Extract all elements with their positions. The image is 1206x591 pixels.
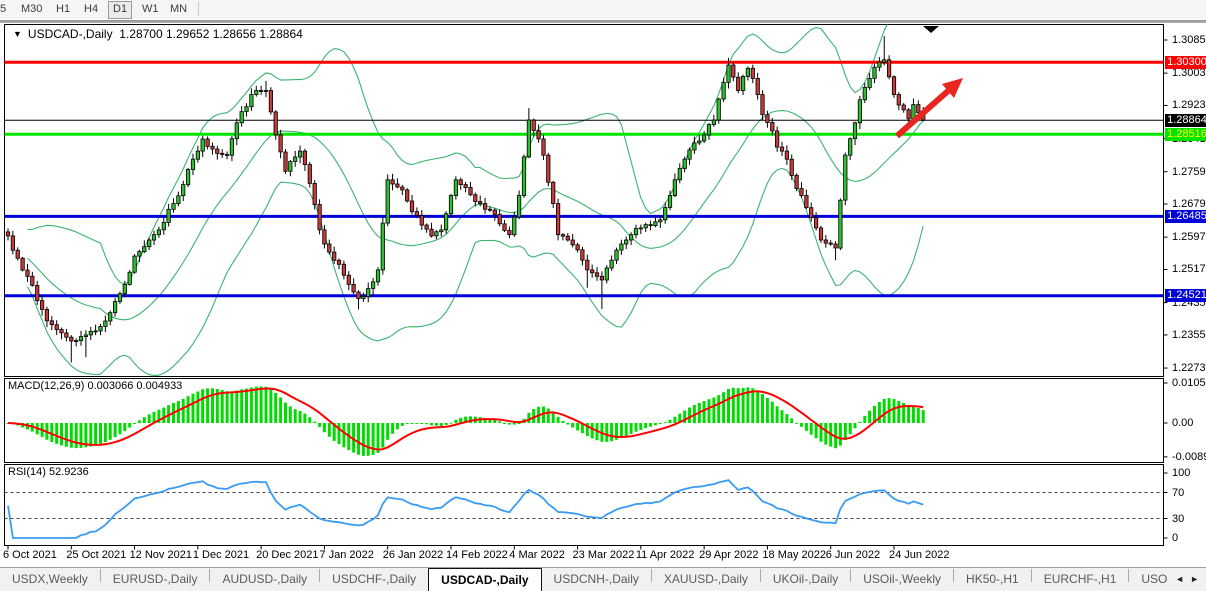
price-tick-label: 1.30850 (1172, 34, 1206, 46)
macd-values: 0.003066 0.004933 (87, 380, 182, 392)
date-tick-label: 14 Feb 2022 (446, 549, 508, 561)
date-tick-label: 6 Oct 2021 (3, 549, 57, 561)
tab-scroll-right-icon[interactable]: ► (1190, 574, 1199, 584)
macd-tick-label: 0.00 (1172, 417, 1193, 429)
rsi-tick-label: 0 (1172, 532, 1178, 544)
tab-scroll-controls: ◄► (1168, 568, 1206, 591)
price-badge-1.28516: 1.28516 (1165, 128, 1206, 141)
rsi-tick-label: 70 (1172, 487, 1184, 499)
date-tick-label: 26 Jan 2022 (383, 549, 444, 561)
price-tick-label: 1.26790 (1172, 198, 1206, 210)
price-badge-1.24521: 1.24521 (1165, 289, 1206, 302)
date-tick-label: 1 Dec 2021 (193, 549, 249, 561)
tab-usdchf-daily[interactable]: USDCHF-,Daily (320, 568, 428, 591)
date-tick-label: 18 May 2022 (762, 549, 826, 561)
rsi-tick-label: 100 (1172, 467, 1190, 479)
date-tick-label: 29 Apr 2022 (699, 549, 758, 561)
tab-usdcad-daily[interactable]: USDCAD-,Daily (428, 568, 541, 591)
rsi-name: RSI(14) (8, 466, 46, 478)
chart-title: ▼ USDCAD-,Daily 1.28700 1.29652 1.28656 1… (13, 27, 303, 41)
rsi-value: 52.9236 (49, 466, 89, 478)
macd-tick-label: 0.010578 (1172, 377, 1206, 389)
rsi-tick-label: 30 (1172, 513, 1184, 525)
price-tick-label: 1.22730 (1172, 362, 1206, 374)
tab-usdx-weekly[interactable]: USDX,Weekly (0, 568, 100, 591)
tab-ukoil-daily[interactable]: UKOil-,Daily (761, 568, 850, 591)
tab-eurchf-h1[interactable]: EURCHF-,H1 (1032, 568, 1129, 591)
date-tick-label: 23 Mar 2022 (573, 549, 635, 561)
price-tick-label: 1.27590 (1172, 166, 1206, 178)
tab-scroll-left-icon[interactable]: ◄ (1175, 574, 1184, 584)
chart-ohlc-values: 1.28700 1.29652 1.28656 1.28864 (119, 27, 303, 41)
date-tick-label: 6 Jun 2022 (826, 549, 880, 561)
symbol-tab-bar: USDX,WeeklyEURUSD-,DailyAUDUSD-,DailyUSD… (0, 567, 1206, 591)
date-tick-label: 11 Apr 2022 (636, 549, 695, 561)
price-chart-canvas[interactable] (0, 0, 1206, 591)
tab-audusd-daily[interactable]: AUDUSD-,Daily (210, 568, 319, 591)
tab-eurusd-daily[interactable]: EURUSD-,Daily (101, 568, 210, 591)
price-tick-label: 1.23550 (1172, 329, 1206, 341)
rsi-panel-frame (5, 465, 1164, 546)
tabs-strip: USDX,WeeklyEURUSD-,DailyAUDUSD-,DailyUSD… (0, 568, 1201, 585)
chart-dropdown-icon[interactable]: ▼ (13, 29, 22, 39)
date-tick-label: 4 Mar 2022 (509, 549, 565, 561)
current-price-badge: 1.28864 (1165, 114, 1206, 127)
date-tick-label: 7 Jan 2022 (319, 549, 373, 561)
tab-usoil-weekly[interactable]: USOil-,Weekly (851, 568, 953, 591)
price-tick-label: 1.30030 (1172, 67, 1206, 79)
price-badge-1.30300: 1.30300 (1165, 56, 1206, 69)
date-tick-label: 12 Nov 2021 (130, 549, 192, 561)
price-tick-label: 1.25170 (1172, 263, 1206, 275)
tab-hk50-h1[interactable]: HK50-,H1 (954, 568, 1031, 591)
macd-indicator-label: MACD(12,26,9) 0.003066 0.004933 (8, 380, 182, 392)
chart-symbol-label: USDCAD-,Daily (28, 27, 113, 41)
price-badge-1.26485: 1.26485 (1165, 210, 1206, 223)
date-tick-label: 20 Dec 2021 (256, 549, 318, 561)
tab-usdcnh-daily[interactable]: USDCNH-,Daily (542, 568, 651, 591)
price-tick-label: 1.25970 (1172, 231, 1206, 243)
tab-xauusd-daily[interactable]: XAUUSD-,Daily (652, 568, 760, 591)
macd-name: MACD(12,26,9) (8, 380, 84, 392)
rsi-indicator-label: RSI(14) 52.9236 (8, 466, 89, 478)
trading-app-window: 5M30H1H4D1W1MN ▼USDCAD-,Daily 1.28700 1.… (0, 0, 1206, 591)
price-tick-label: 1.29230 (1172, 99, 1206, 111)
date-tick-label: 24 Jun 2022 (889, 549, 950, 561)
macd-tick-label: -0.00896 (1172, 451, 1206, 463)
date-tick-label: 25 Oct 2021 (66, 549, 126, 561)
